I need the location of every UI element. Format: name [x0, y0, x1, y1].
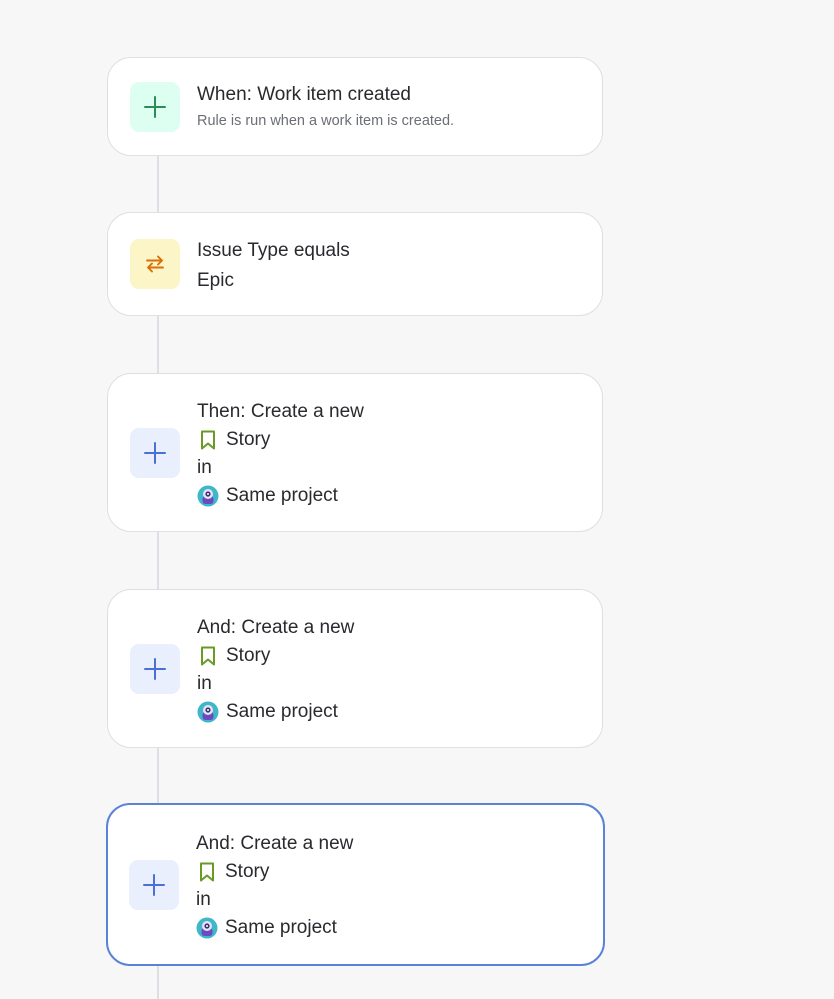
connector-line-3: [157, 531, 159, 589]
action-card-2[interactable]: And: Create a new Story in Same project: [107, 589, 603, 748]
action-card-1[interactable]: Then: Create a new Story in Same project: [107, 373, 603, 532]
condition-card[interactable]: Issue Type equals Epic: [107, 212, 603, 316]
action-icon-box: [129, 860, 179, 910]
trigger-card[interactable]: When: Work item created Rule is run when…: [107, 57, 603, 156]
project-label: Same project: [226, 701, 338, 722]
condition-value: Epic: [197, 270, 234, 291]
condition-icon-box: [130, 239, 180, 289]
issue-type-label: Story: [226, 429, 271, 450]
project-label: Same project: [226, 485, 338, 506]
trigger-icon-box: [130, 82, 180, 132]
action-title: Then: Create a new: [197, 401, 364, 422]
action-title: And: Create a new: [196, 833, 354, 854]
project-label: Same project: [225, 917, 337, 938]
issue-type-label: Story: [226, 645, 271, 666]
project-avatar-icon: [197, 485, 219, 507]
trigger-subtitle: Rule is run when a work item is created.: [197, 113, 455, 129]
project-avatar-icon: [196, 917, 218, 939]
connector-line-4: [157, 747, 159, 804]
trigger-title: When: Work item created: [197, 84, 412, 105]
preposition-label: in: [196, 889, 211, 910]
condition-title: Issue Type equals: [197, 240, 350, 261]
connector-line-2: [157, 315, 159, 373]
action-icon-box: [130, 644, 180, 694]
swap-arrows-icon: [146, 255, 164, 273]
story-icon: [197, 645, 219, 667]
connector-line-5: [157, 965, 159, 999]
issue-type-label: Story: [225, 861, 270, 882]
action-title: And: Create a new: [197, 617, 355, 638]
preposition-label: in: [197, 673, 212, 694]
story-icon: [196, 861, 218, 883]
project-avatar-icon: [197, 701, 219, 723]
plus-icon: [143, 874, 165, 896]
plus-icon: [144, 442, 166, 464]
action-card-3[interactable]: And: Create a new Story in Same project: [106, 803, 605, 966]
story-icon: [197, 429, 219, 451]
action-icon-box: [130, 428, 180, 478]
plus-icon: [144, 658, 166, 680]
plus-icon: [144, 96, 166, 118]
connector-line-1: [157, 155, 159, 213]
preposition-label: in: [197, 457, 212, 478]
